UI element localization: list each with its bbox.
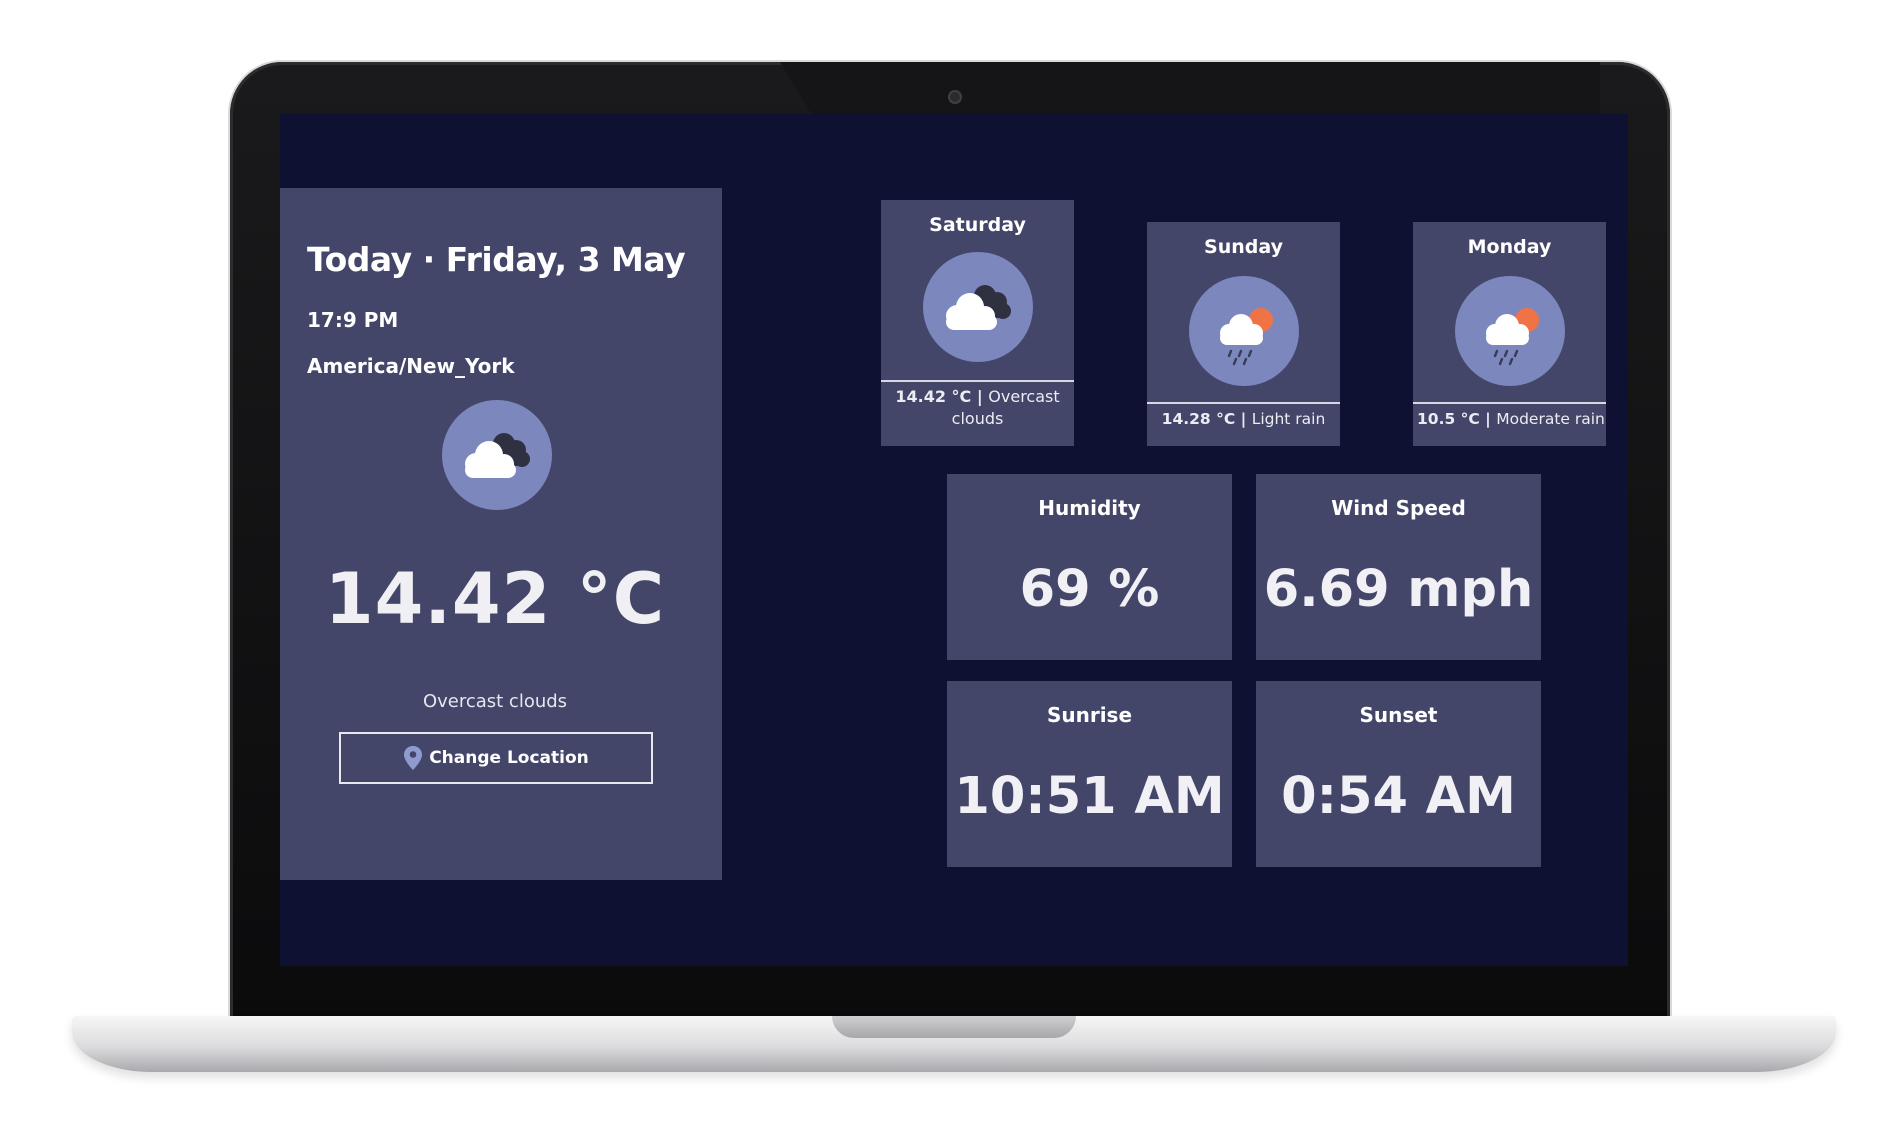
forecast-separator: | xyxy=(1479,410,1497,428)
forecast-summary: 10.5 °C | Moderate rain xyxy=(1417,408,1605,430)
forecast-summary: 14.28 °C | Light rain xyxy=(1151,408,1336,430)
forecast-day: Saturday xyxy=(929,214,1026,236)
forecast-card-sunday: Sunday 14.28 °C | Light rain xyxy=(1147,222,1340,446)
forecast-temp: 14.28 °C xyxy=(1161,410,1236,428)
sunrise-card: Sunrise 10:51 AM xyxy=(947,681,1232,867)
sunset-value: 0:54 AM xyxy=(1281,767,1516,826)
today-title: Today · Friday, 3 May xyxy=(307,240,686,279)
forecast-divider xyxy=(1147,402,1340,404)
sunset-label: Sunset xyxy=(1359,703,1438,727)
current-condition: Overcast clouds xyxy=(422,691,568,712)
humidity-card: Humidity 69 % xyxy=(947,474,1232,660)
overcast-clouds-icon xyxy=(923,252,1033,362)
forecast-card-monday: Monday 10.5 °C | Moderate rain xyxy=(1413,222,1606,446)
overcast-clouds-icon xyxy=(442,400,552,510)
sunrise-label: Sunrise xyxy=(1046,703,1133,727)
weather-app-screen: Today · Friday, 3 May 17:9 PM America/Ne… xyxy=(280,114,1628,966)
current-time: 17:9 PM xyxy=(307,308,399,332)
forecast-condition: Light rain xyxy=(1251,410,1326,428)
wind-speed-label: Wind Speed xyxy=(1331,496,1466,520)
camera-icon xyxy=(950,92,960,102)
forecast-card-saturday: Saturday 14.42 °C | Overcast clouds xyxy=(881,200,1074,446)
wind-speed-card: Wind Speed 6.69 mph xyxy=(1256,474,1541,660)
sunset-card: Sunset 0:54 AM xyxy=(1256,681,1541,867)
wind-speed-value: 6.69 mph xyxy=(1263,560,1534,619)
sunrise-value: 10:51 AM xyxy=(954,767,1225,826)
humidity-value: 69 % xyxy=(1019,560,1160,619)
light-rain-icon xyxy=(1189,276,1299,386)
forecast-separator: | xyxy=(1235,410,1252,428)
forecast-day: Sunday xyxy=(1204,236,1283,258)
forecast-separator: | xyxy=(971,387,989,406)
humidity-label: Humidity xyxy=(1038,496,1141,520)
today-panel: Today · Friday, 3 May 17:9 PM America/Ne… xyxy=(280,188,722,880)
moderate-rain-icon xyxy=(1455,276,1565,386)
change-location-button[interactable]: Change Location xyxy=(339,732,653,784)
laptop-base-notch xyxy=(832,1016,1076,1038)
forecast-divider xyxy=(1413,402,1606,404)
current-temperature: 14.42 °C xyxy=(324,558,666,640)
forecast-summary: 14.42 °C | Overcast clouds xyxy=(885,386,1070,430)
forecast-divider xyxy=(881,380,1074,382)
forecast-condition: Moderate rain xyxy=(1496,410,1605,428)
current-location: America/New_York xyxy=(307,354,515,378)
forecast-temp: 14.42 °C xyxy=(895,387,972,406)
forecast-day: Monday xyxy=(1467,236,1552,258)
laptop-bezel xyxy=(780,62,1600,116)
change-location-label: Change Location xyxy=(429,748,589,768)
location-pin-icon xyxy=(403,745,423,771)
forecast-temp: 10.5 °C xyxy=(1417,410,1480,428)
